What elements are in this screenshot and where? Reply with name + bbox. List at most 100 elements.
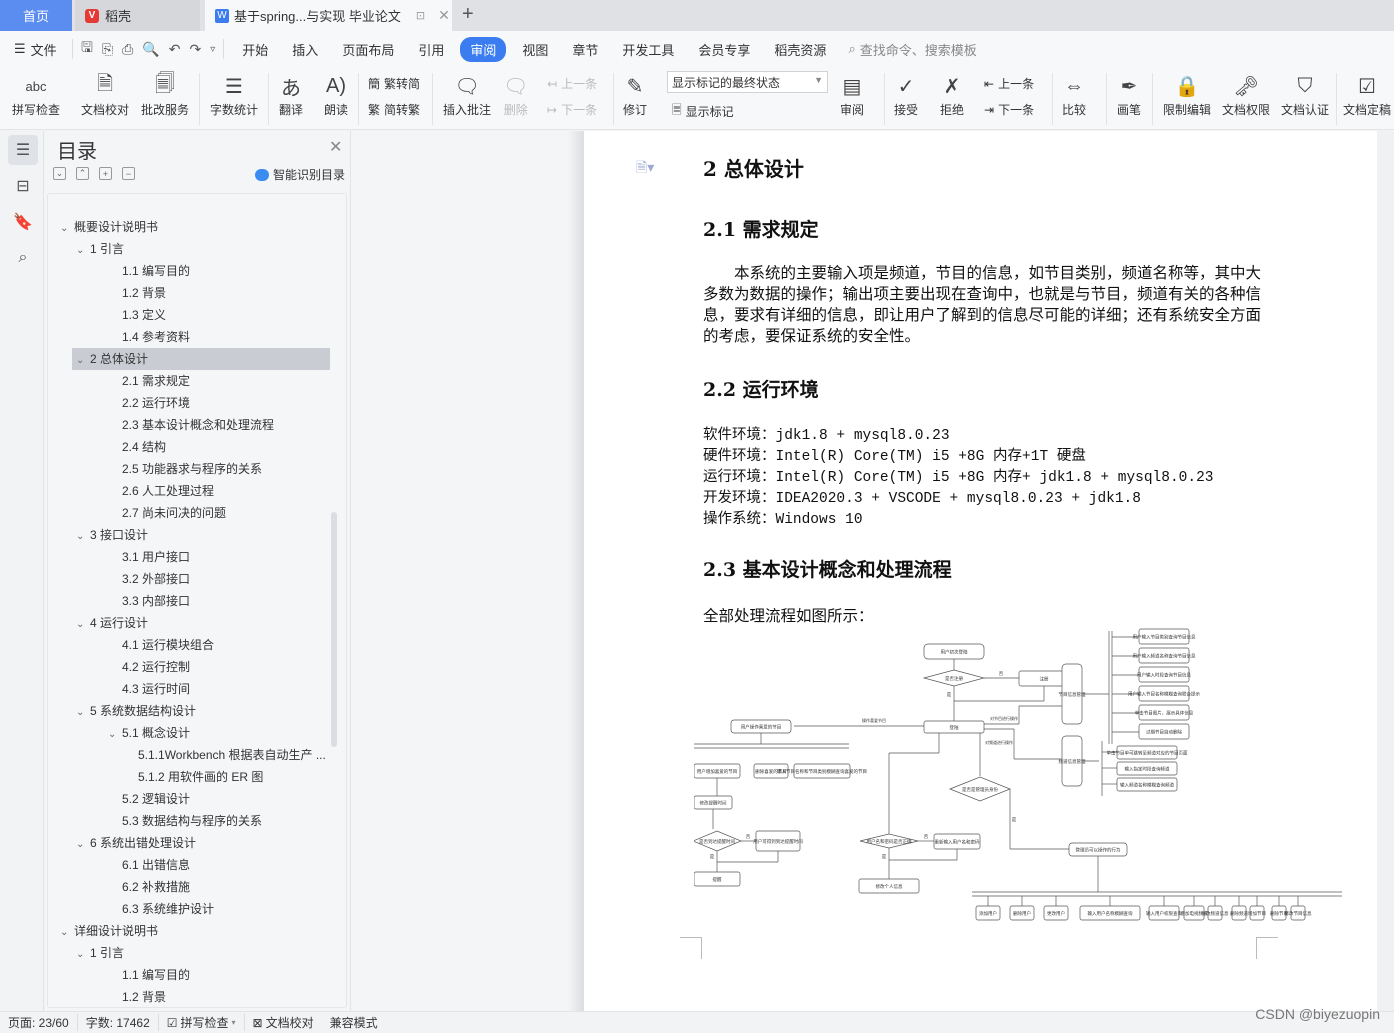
toc-item[interactable]: 2.6 人工处理过程 (108, 480, 214, 502)
delete-comment-button[interactable]: 🗨 删除 (503, 71, 528, 118)
restrict-edit-button[interactable]: 🔒 限制编辑 (1163, 71, 1211, 118)
toc-item[interactable]: 1.1 编写目的 (108, 260, 190, 282)
word-count-status[interactable]: 字数: 17462 (78, 1014, 159, 1031)
simp-to-trad-button[interactable]: 繁简转繁 (368, 101, 420, 118)
toc-item[interactable]: 5.1.2 用软件画的 ER 图 (124, 766, 263, 788)
undo-icon[interactable]: ↶ (169, 41, 181, 58)
toc-panel-icon[interactable]: ☰ (8, 135, 38, 165)
command-search[interactable]: ⌕ 查找命令、搜索模板 (848, 40, 976, 59)
chevron-down-icon[interactable]: ⌄ (108, 724, 122, 746)
reject-button[interactable]: ✗ 拒绝 (940, 71, 964, 118)
chevron-down-icon[interactable]: ⌄ (60, 922, 74, 944)
next-change-button[interactable]: ⇥ 下一条 (984, 101, 1034, 118)
review-pane-button[interactable]: ▤ 审阅 (840, 71, 864, 118)
toc-item[interactable]: 2.1 需求规定 (108, 370, 190, 392)
print-preview-icon[interactable]: 🔍 (142, 41, 159, 58)
toc-item[interactable]: 5.3 数据结构与程序的关系 (108, 810, 262, 832)
redo-icon[interactable]: ↷ (190, 41, 202, 58)
chevron-down-icon[interactable]: ⌄ (76, 944, 90, 966)
toc-item[interactable]: 2.5 功能器求与程序的关系 (108, 458, 262, 480)
menu-view[interactable]: 视图 (510, 40, 560, 59)
tab-home[interactable]: 首页 (0, 0, 72, 31)
toc-item[interactable]: 6.3 系统维护设计 (108, 898, 214, 920)
spell-check-button[interactable]: abc 拼写检查 (12, 71, 60, 118)
toc-scrollbar[interactable] (331, 512, 337, 747)
menu-daoke-resources[interactable]: 稻壳资源 (762, 40, 838, 59)
accept-button[interactable]: ✓ 接受 (894, 71, 918, 118)
doc-permission-button[interactable]: 🗝 文档权限 (1222, 71, 1270, 118)
customize-dropdown-icon[interactable]: ▿ (210, 44, 215, 55)
document-page[interactable]: 🗎▾ 2 总体设计 2.1 需求规定 本系统的主要输入项是频道，节目的信息，如节… (584, 131, 1377, 1011)
show-markup-button[interactable]: 🗏 显示标记 (672, 101, 734, 122)
toc-item[interactable]: 5.2 逻辑设计 (108, 788, 190, 810)
markup-state-select[interactable]: 显示标记的最终状态 ▼ (667, 71, 828, 93)
pin-icon[interactable]: ⊡ (416, 9, 425, 22)
export-pdf-icon[interactable]: ⎘ (102, 41, 113, 58)
toc-item[interactable]: 4.2 运行控制 (108, 656, 190, 678)
chevron-down-icon[interactable]: ⌄ (76, 350, 90, 372)
toc-item[interactable]: 3.3 内部接口 (108, 590, 190, 612)
toc-item[interactable]: 1.4 参考资料 (108, 326, 190, 348)
menu-insert[interactable]: 插入 (280, 40, 330, 59)
page-indicator[interactable]: 页面: 23/60 (0, 1014, 78, 1031)
toc-item[interactable]: 1.3 定义 (108, 304, 166, 326)
chevron-down-icon[interactable]: ⌄ (60, 218, 74, 240)
prev-change-button[interactable]: ⇤ 上一条 (984, 75, 1034, 92)
toc-item[interactable]: ⌄ 概要设计说明书 (60, 216, 158, 238)
expand-all-icon[interactable]: + (99, 167, 112, 180)
toc-item[interactable]: ⌄ 6 系统出错处理设计 (76, 832, 196, 854)
chevron-down-icon[interactable]: ⌄ (76, 834, 90, 856)
close-icon[interactable]: ✕ (329, 137, 342, 157)
menu-references[interactable]: 引用 (406, 40, 456, 59)
bookmark-icon[interactable]: 🔖 (8, 207, 38, 237)
correction-service-button[interactable]: 🗐 批改服务 (141, 71, 189, 118)
toc-item[interactable]: 6.1 出错信息 (108, 854, 190, 876)
spell-check-status[interactable]: ☑ 拼写检查 ▾ (159, 1014, 245, 1031)
menu-section[interactable]: 章节 (560, 40, 610, 59)
toc-item[interactable]: 5.1.1Workbench 根据表自动生产 ... (124, 744, 326, 766)
toc-item[interactable]: ⌄ 1 引言 (76, 238, 124, 260)
menu-start[interactable]: 开始 (230, 40, 280, 59)
new-tab-button[interactable]: + (462, 3, 474, 26)
toc-item[interactable]: 3.2 外部接口 (108, 568, 190, 590)
toc-item[interactable]: ⌄ 5.1 概念设计 (108, 722, 190, 744)
toc-item[interactable]: 2.7 尚未问决的问题 (108, 502, 226, 524)
toc-item[interactable]: 1.1 编写目的 (108, 964, 190, 986)
doc-certify-button[interactable]: ⛉ 文档认证 (1281, 71, 1329, 118)
toc-item[interactable]: ⌄ 5 系统数据结构设计 (76, 700, 196, 722)
menu-developer[interactable]: 开发工具 (610, 40, 686, 59)
navigation-pane-icon[interactable]: ⊟ (8, 171, 38, 201)
chevron-down-icon[interactable]: ⌄ (76, 614, 90, 636)
proofread-status[interactable]: ⊠ 文档校对 (245, 1014, 322, 1031)
trad-to-simp-button[interactable]: 簡繁转简 (368, 75, 420, 92)
toc-item[interactable]: ⌄ 2 总体设计 (72, 348, 330, 370)
revise-button[interactable]: ✎ 修订 (623, 71, 647, 118)
toc-item[interactable]: 1.2 背景 (108, 282, 166, 304)
doc-finalize-button[interactable]: ☑ 文档定稿 (1343, 71, 1391, 118)
save-icon[interactable]: 🖫 (81, 37, 93, 61)
chevron-down-icon[interactable]: ⌄ (76, 526, 90, 548)
print-icon[interactable]: ⎙ (122, 41, 133, 58)
toc-item[interactable]: 4.3 运行时间 (108, 678, 190, 700)
toc-item[interactable]: 2.4 结构 (108, 436, 166, 458)
pen-button[interactable]: ✒ 画笔 (1117, 71, 1141, 118)
compare-button[interactable]: ⇔ 比较 (1062, 71, 1086, 118)
toc-item[interactable]: 2.2 运行环境 (108, 392, 190, 414)
close-tab-icon[interactable]: ✕ (438, 7, 450, 24)
read-aloud-button[interactable]: A) 朗读 (324, 71, 348, 118)
collapse-up-icon[interactable]: ⌃ (76, 167, 89, 180)
chevron-down-icon[interactable]: ⌄ (76, 240, 90, 262)
toc-item[interactable]: 1.2 背景 (108, 986, 166, 1007)
toc-item[interactable]: 3.1 用户接口 (108, 546, 190, 568)
menu-member[interactable]: 会员专享 (686, 40, 762, 59)
tab-document[interactable]: W 基于spring...与实现 毕业论文 ⊡ ✕ (205, 0, 452, 31)
toc-item[interactable]: ⌄ 3 接口设计 (76, 524, 148, 546)
tab-daoke[interactable]: V 稻壳 (75, 0, 200, 31)
toc-item[interactable]: ⌄ 1 引言 (76, 942, 124, 964)
toc-item[interactable]: 6.2 补救措施 (108, 876, 190, 898)
toc-item[interactable]: 4.1 运行模块组合 (108, 634, 214, 656)
paragraph-options-icon[interactable]: 🗎▾ (636, 157, 654, 181)
insert-comment-button[interactable]: 🗨 插入批注 (443, 71, 491, 118)
search-icon[interactable]: ⌕ (8, 243, 38, 273)
toc-item[interactable]: 2.3 基本设计概念和处理流程 (108, 414, 274, 436)
